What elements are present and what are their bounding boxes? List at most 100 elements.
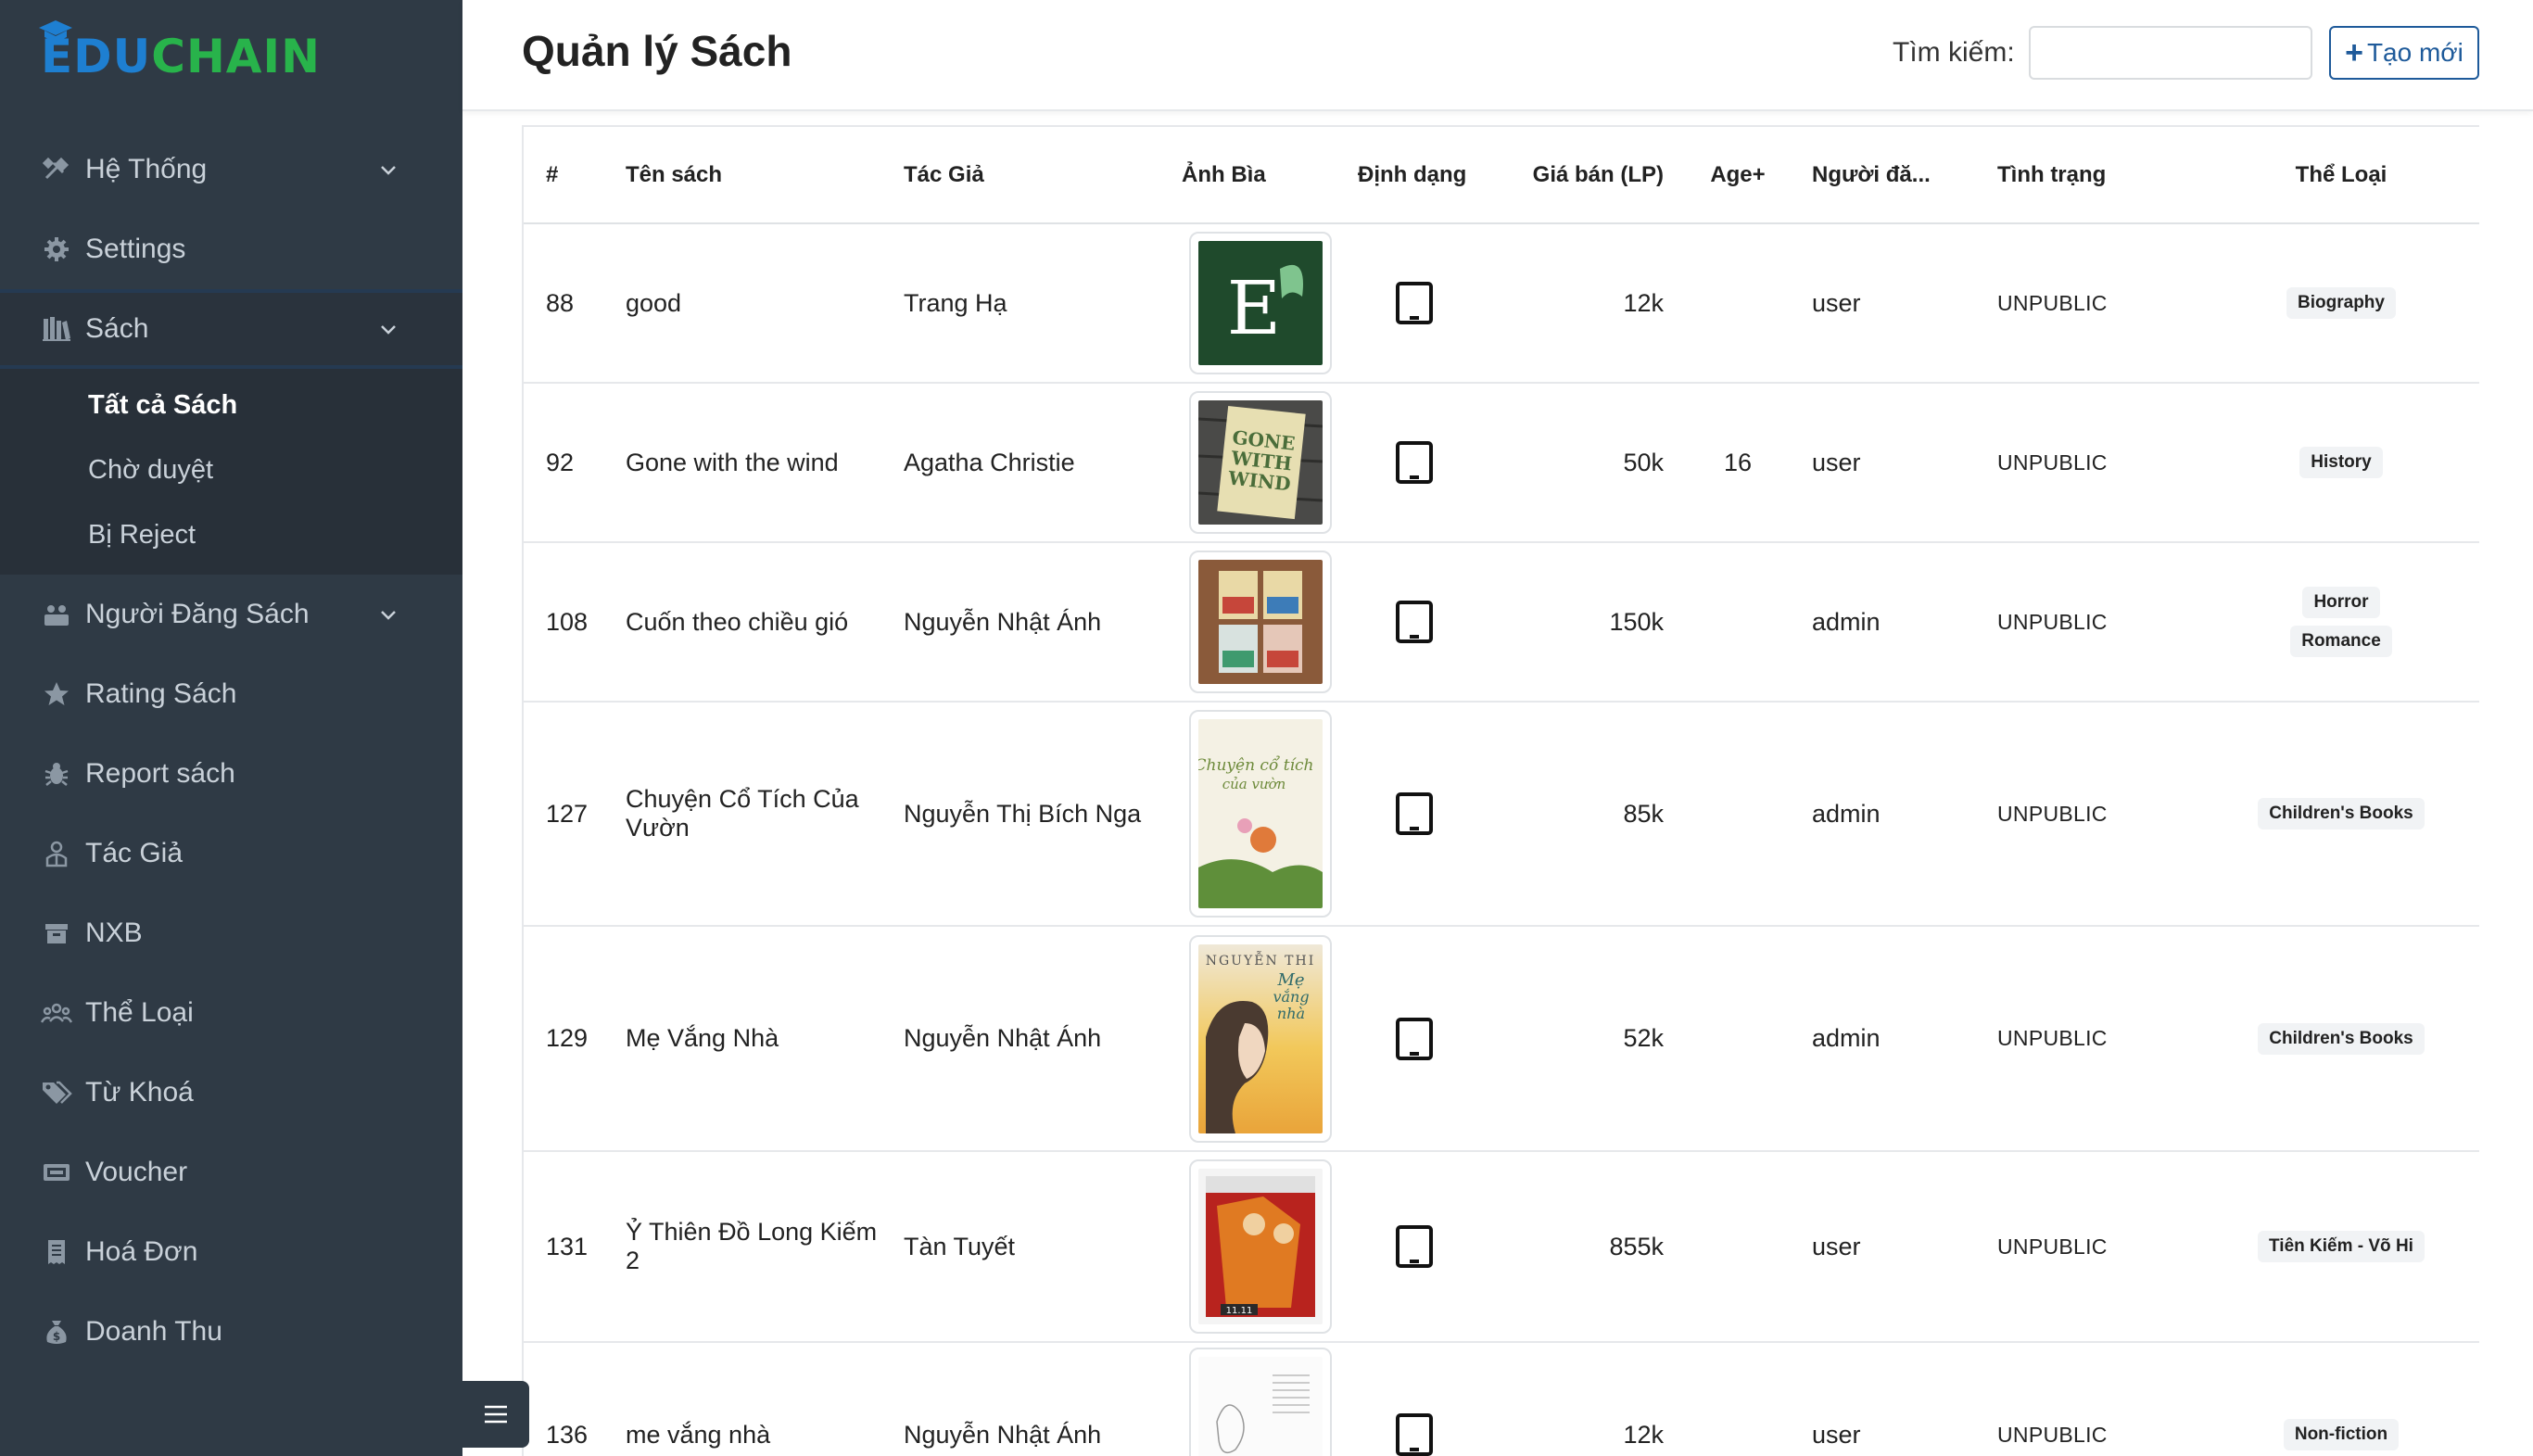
sidebar-item-nxb[interactable]: NXB [0,893,462,973]
svg-text:Mẹ: Mẹ [1276,970,1304,990]
sidebar-subitem-tat-ca-sach[interactable]: Tất cả Sách [0,373,462,437]
search-label: Tìm kiếm: [1893,37,2015,68]
table-row[interactable]: 127 Chuyện Cổ Tích Của Vườn Nguyễn Thị B… [524,702,2479,927]
sidebar-nav: Hệ Thống Settings Sách Tất cả Sách Chờ d… [0,130,462,1372]
row-cover-cell [1172,1342,1349,1456]
sidebar-item-tac-gia[interactable]: Tác Giả [0,814,462,893]
svg-text:vắng: vắng [1273,988,1309,1006]
tablet-icon [1396,441,1433,484]
row-id: 92 [524,383,616,543]
cover-frame[interactable] [1189,1348,1332,1456]
table-row[interactable]: 108 Cuốn theo chiều gió Nguyễn Nhật Ánh … [524,542,2479,703]
row-uploader: admin [1803,702,1988,927]
sidebar-toggle-button[interactable] [462,1381,529,1448]
row-uploader: user [1803,1342,1988,1456]
cover-frame[interactable]: GONE WITH WIND [1189,391,1332,534]
row-cover-cell: GONE WITH WIND [1172,383,1349,543]
sidebar-item-voucher[interactable]: Voucher [0,1133,462,1212]
tablet-icon [1396,1017,1433,1060]
sidebar-item-doanh-thu[interactable]: $ Doanh Thu [0,1292,462,1372]
table-row[interactable]: 131 Ỷ Thiên Đồ Long Kiếm 2 Tàn Tuyết 11.… [524,1151,2479,1343]
row-id: 127 [524,702,616,927]
row-uploader: user [1803,1151,1988,1343]
book-cover-image: NGUYỄN THIMẹvắngnhà [1198,943,1323,1133]
tablet-icon [1396,601,1433,643]
row-status: UNPUBLIC [1988,1151,2201,1343]
column-header-format[interactable]: Định dạng [1349,127,1497,224]
row-status: UNPUBLIC [1988,1342,2201,1456]
books-table-container: # Tên sách Tác Giả Ảnh Bìa Định dạng Giá… [522,125,2479,1456]
row-status: UNPUBLIC [1988,223,2201,384]
row-status: UNPUBLIC [1988,542,2201,703]
row-id: 136 [524,1342,616,1456]
cover-frame[interactable]: 11.11 [1189,1159,1332,1334]
row-price: 12k [1497,1342,1673,1456]
sidebar-item-tu-khoa[interactable]: Từ Khoá [0,1053,462,1133]
row-id: 88 [524,223,616,384]
genre-badge: Children's Books [2258,798,2425,829]
sidebar-subitem-bi-reject[interactable]: Bị Reject [0,502,462,567]
sidebar-item-label: Thể Loại [85,997,194,1028]
column-header-price[interactable]: Giá bán (LP) [1497,127,1673,224]
cover-frame[interactable] [1189,551,1332,693]
row-price: 12k [1497,223,1673,384]
sidebar-item-rating-sach[interactable]: Rating Sách [0,654,462,734]
row-author: Nguyễn Nhật Ánh [894,1342,1172,1456]
row-format-cell [1349,383,1497,543]
table-header-row: # Tên sách Tác Giả Ảnh Bìa Định dạng Giá… [524,127,2479,224]
column-header-age[interactable]: Age+ [1673,127,1803,224]
column-header-author[interactable]: Tác Giả [894,127,1172,224]
row-uploader: user [1803,223,1988,384]
sidebar-item-report-sach[interactable]: Report sách [0,734,462,814]
sidebar-item-he-thong[interactable]: Hệ Thống [0,130,462,209]
table-row[interactable]: 88 good Trang Hạ E 12k user UNPUBLIC Bio… [524,223,2479,384]
genre-badge: History [2299,447,2383,478]
row-status: UNPUBLIC [1988,926,2201,1152]
row-title: me vắng nhà [616,1342,894,1456]
cover-frame[interactable]: NGUYỄN THI Mẹ vắng nhà [1189,934,1332,1143]
sidebar-item-settings[interactable]: Settings [0,209,462,289]
row-price: 50k [1497,383,1673,543]
archive-icon [41,918,72,949]
sidebar-subitem-cho-duyet[interactable]: Chờ duyệt [0,437,462,502]
book-cover-image [1198,1357,1323,1456]
table-row[interactable]: 136 me vắng nhà Nguyễn Nhật Ánh 12k user… [524,1342,2479,1456]
svg-text:11.11: 11.11 [1226,1306,1253,1316]
table-row[interactable]: 92 Gone with the wind Agatha Christie GO… [524,383,2479,543]
cover-frame[interactable]: E [1189,232,1332,374]
cover-frame[interactable]: Chuyện cổ tích của vườn [1189,710,1332,918]
row-author: Tàn Tuyết [894,1151,1172,1343]
sidebar-item-sach[interactable]: Sách [0,289,462,369]
row-cover-cell: Chuyện cổ tích của vườn [1172,702,1349,927]
row-genres-cell: Non-fiction [2201,1342,2479,1456]
sidebar-item-hoa-don[interactable]: Hoá Đơn [0,1212,462,1292]
column-header-genre[interactable]: Thể Loại [2201,127,2479,224]
svg-text:Chuyện cổ tích: Chuyện cổ tích [1198,756,1314,775]
sidebar-item-label: Từ Khoá [85,1077,194,1108]
row-price: 85k [1497,702,1673,927]
search-input[interactable] [2029,26,2312,80]
column-header-uploader[interactable]: Người đă... [1803,127,1988,224]
column-header-title[interactable]: Tên sách [616,127,894,224]
sidebar-item-nguoi-dang-sach[interactable]: Người Đăng Sách [0,575,462,654]
column-header-cover[interactable]: Ảnh Bìa [1172,127,1349,224]
row-uploader: admin [1803,542,1988,703]
row-format-cell [1349,542,1497,703]
sidebar-item-label: NXB [85,918,143,948]
column-header-status[interactable]: Tình trạng [1988,127,2201,224]
educhain-logo[interactable]: EDUCHAIN [39,20,321,89]
genre-badge: Biography [2286,287,2396,319]
row-age [1673,1342,1803,1456]
table-row[interactable]: 129 Mẹ Vắng Nhà Nguyễn Nhật Ánh NGUYỄN T… [524,926,2479,1152]
sidebar-item-the-loai[interactable]: Thể Loại [0,973,462,1053]
row-format-cell [1349,926,1497,1152]
receipt-icon [41,1236,72,1268]
genre-badge: Children's Books [2258,1022,2425,1055]
row-author: Nguyễn Nhật Ánh [894,926,1172,1152]
sidebar-item-label: Doanh Thu [85,1316,222,1347]
create-button[interactable]: + Tạo mới [2329,26,2479,80]
row-uploader: user [1803,383,1988,543]
row-title: good [616,223,894,384]
column-header-id[interactable]: # [524,127,616,224]
svg-text:của vườn: của vườn [1222,776,1286,792]
